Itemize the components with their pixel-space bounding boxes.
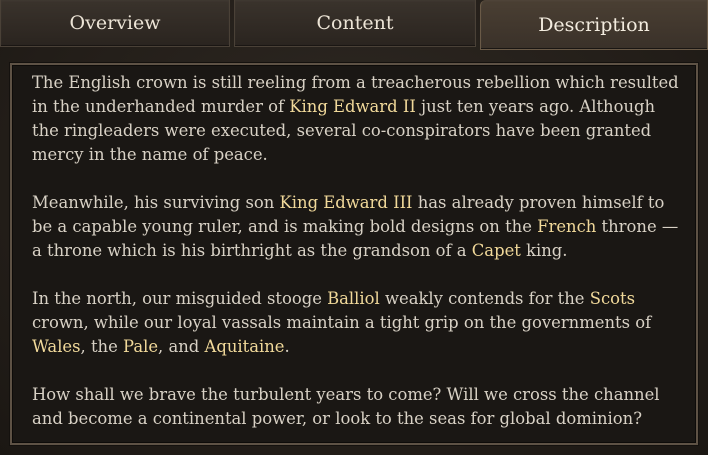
description-paragraph: Meanwhile, his surviving son King Edward… <box>32 191 682 263</box>
description-text-run: , and <box>158 337 205 356</box>
tab-overview[interactable]: Overview <box>0 0 230 47</box>
window-frame: Overview Content Description The English… <box>0 0 708 455</box>
description-text-run: Meanwhile, his surviving son <box>32 193 280 212</box>
highlighted-term: Aquitaine <box>204 337 285 356</box>
tab-bar: Overview Content Description <box>0 0 708 50</box>
description-text-run: In the north, our misguided stooge <box>32 289 328 308</box>
highlighted-term: Pale <box>123 337 159 356</box>
tab-content[interactable]: Content <box>234 0 476 47</box>
description-text-run: king. <box>520 241 568 260</box>
tab-description[interactable]: Description <box>480 0 708 50</box>
description-panel: The English crown is still reeling from … <box>10 63 698 445</box>
highlighted-term: King Edward II <box>289 97 416 116</box>
description-text-run: , the <box>80 337 124 356</box>
highlighted-term: King Edward III <box>279 193 413 212</box>
description-text-run: weakly contends for the <box>379 289 590 308</box>
description-text-run: How shall we brave the turbulent years t… <box>32 385 660 428</box>
description-paragraph: The English crown is still reeling from … <box>32 71 682 167</box>
description-text: The English crown is still reeling from … <box>32 71 682 455</box>
description-paragraph: In the north, our misguided stooge Balli… <box>32 287 682 359</box>
description-paragraph: How shall we brave the turbulent years t… <box>32 383 682 431</box>
description-text-run: . <box>284 337 290 356</box>
highlighted-term: French <box>537 217 597 236</box>
highlighted-term: Capet <box>471 241 521 260</box>
description-text-run: crown, while our loyal vassals maintain … <box>32 313 652 332</box>
highlighted-term: Balliol <box>327 289 380 308</box>
highlighted-term: Wales <box>32 337 81 356</box>
highlighted-term: Scots <box>589 289 635 308</box>
